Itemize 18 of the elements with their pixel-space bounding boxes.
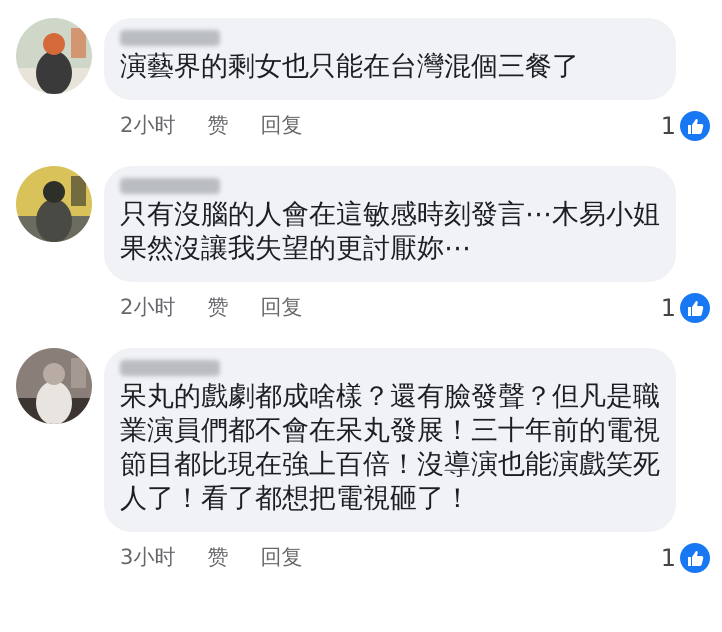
- reaction-count: 1: [660, 111, 676, 142]
- timestamp: 3小时: [120, 544, 176, 572]
- thumbs-up-icon: [680, 543, 710, 573]
- reply-button[interactable]: 回复: [260, 292, 302, 324]
- timestamp: 2小时: [120, 294, 176, 322]
- timestamp: 2小时: [120, 112, 176, 140]
- reaction-count: 1: [660, 543, 676, 574]
- reply-button[interactable]: 回复: [260, 542, 302, 574]
- like-button[interactable]: 赞: [207, 110, 228, 142]
- comment-text: 呆丸的戲劇都成啥樣？還有臉發聲？但凡是職業演員們都不會在呆丸發展！三十年前的電視節目都比現在強上百倍！沒導演也能演戲笑死人了！看了都想把電視砸了！: [120, 380, 660, 516]
- like-button[interactable]: 赞: [207, 542, 228, 574]
- comment-text: 演藝界的剩女也只能在台灣混個三餐了: [120, 50, 580, 84]
- thumbs-up-icon: [680, 293, 710, 323]
- reaction-count: 1: [660, 293, 676, 324]
- like-button[interactable]: 赞: [207, 292, 228, 324]
- reply-button[interactable]: 回复: [260, 110, 302, 142]
- comment-text: 只有沒腦的人會在這敏感時刻發言⋯木易小姐果然沒讓我失望的更討厭妳⋯: [120, 198, 660, 266]
- thumbs-up-icon: [680, 111, 710, 141]
